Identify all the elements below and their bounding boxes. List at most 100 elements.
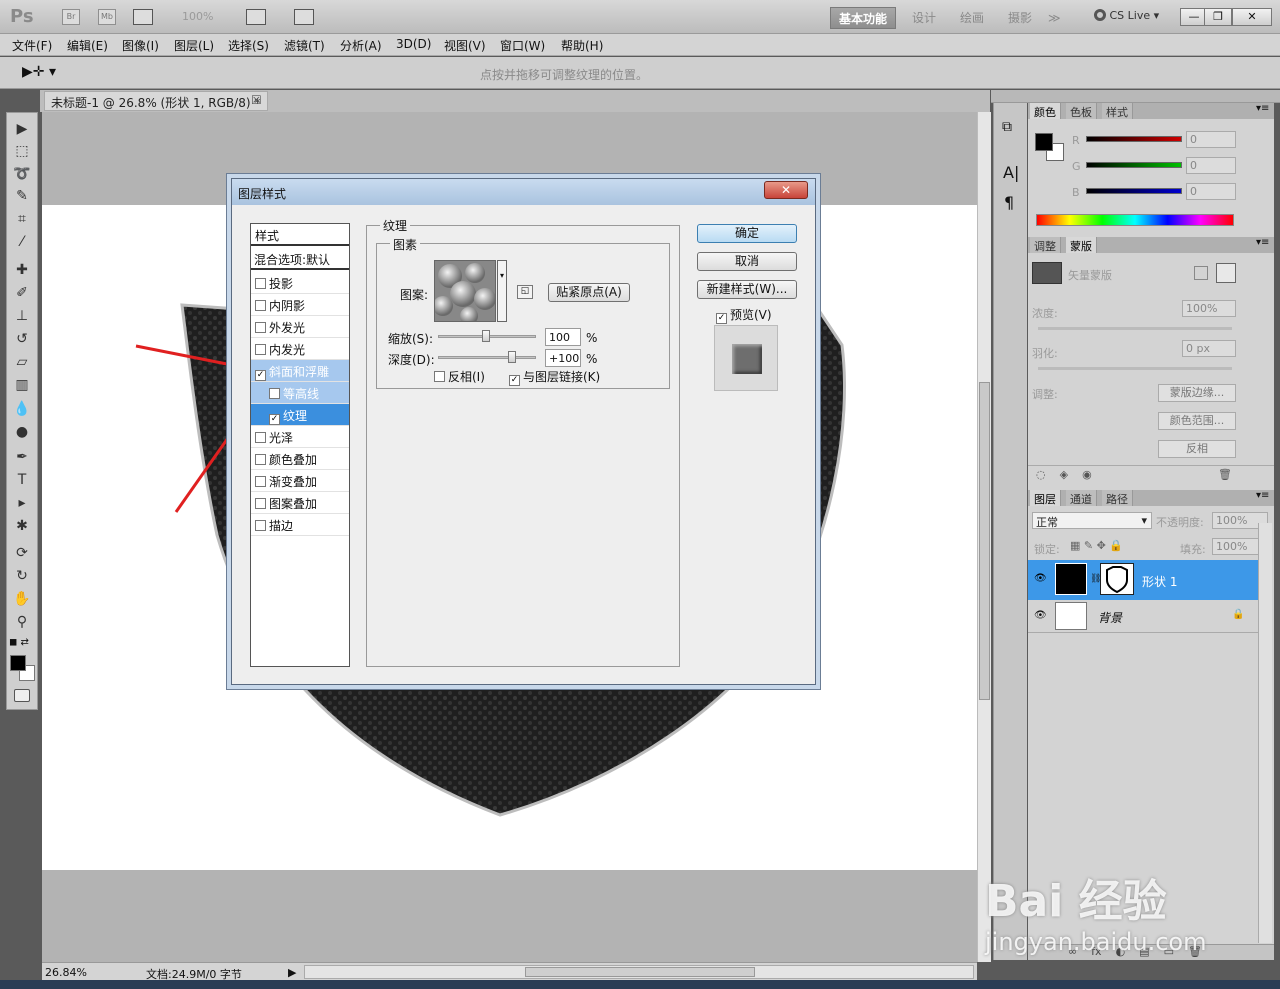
pixel-mask-icon[interactable] <box>1194 266 1208 280</box>
menu-image[interactable]: 图像(I) <box>122 37 159 54</box>
lasso-tool-icon[interactable]: ➰ <box>10 164 34 184</box>
style-item[interactable]: 外发光 <box>251 316 349 338</box>
crop-tool-icon[interactable]: ⌗ <box>10 209 34 229</box>
healing-brush-tool-icon[interactable]: ✚ <box>10 260 34 280</box>
horizontal-scrollbar[interactable] <box>304 965 974 979</box>
tab-adjustments[interactable]: 调整 <box>1030 237 1061 253</box>
style-checkbox[interactable] <box>255 520 266 531</box>
mask-panel-menu-icon[interactable]: ▾≡ <box>1256 237 1269 248</box>
depth-slider[interactable] <box>438 356 536 359</box>
gradient-tool-icon[interactable]: ▥ <box>10 375 34 395</box>
menu-select[interactable]: 选择(S) <box>228 37 269 54</box>
menu-window[interactable]: 窗口(W) <box>500 37 545 54</box>
history-brush-tool-icon[interactable]: ↺ <box>10 329 34 349</box>
menu-help[interactable]: 帮助(H) <box>561 37 603 54</box>
default-colors-icon[interactable]: ◼ ⇄ <box>9 637 29 648</box>
style-checkbox[interactable]: ✓ <box>269 414 280 425</box>
feather-slider[interactable] <box>1038 367 1232 370</box>
invert-checkbox[interactable]: 反相(I) <box>434 368 485 385</box>
path-selection-tool-icon[interactable]: ▸ <box>10 493 34 513</box>
document-tab[interactable]: 未标题-1 @ 26.8% (形状 1, RGB/8) * <box>44 91 268 111</box>
new-preset-icon[interactable]: ◱ <box>517 285 533 299</box>
menu-analysis[interactable]: 分析(A) <box>340 37 382 54</box>
scale-slider-thumb[interactable] <box>482 330 490 342</box>
type-tool-icon[interactable]: T <box>10 470 34 490</box>
eyedropper-tool-icon[interactable]: ⁄ <box>10 232 34 252</box>
layer-row-background[interactable]: 👁 背景 🔒 <box>1028 601 1258 633</box>
delete-mask-icon[interactable]: 🗑 <box>1218 468 1232 481</box>
style-checkbox[interactable] <box>255 432 266 443</box>
density-slider[interactable] <box>1038 327 1232 330</box>
layer-visibility-icon[interactable]: 👁 <box>1034 573 1047 584</box>
color-panel-menu-icon[interactable]: ▾≡ <box>1256 103 1269 114</box>
style-checkbox[interactable] <box>255 454 266 465</box>
cs-live[interactable]: CS Live ▾ <box>1094 9 1159 22</box>
move-tool-preset-icon[interactable]: ▶✛ ▾ <box>22 64 56 80</box>
layers-scrollbar[interactable] <box>1258 523 1272 943</box>
layers-panel-menu-icon[interactable]: ▾≡ <box>1256 490 1269 501</box>
style-item[interactable]: 渐变叠加 <box>251 470 349 492</box>
style-item[interactable]: 等高线 <box>251 382 349 404</box>
3d-orbit-tool-icon[interactable]: ↻ <box>10 566 34 586</box>
quick-selection-tool-icon[interactable]: ✎ <box>10 186 34 206</box>
menu-file[interactable]: 文件(F) <box>12 37 52 54</box>
bridge-icon[interactable]: Br <box>62 9 80 25</box>
pen-tool-icon[interactable]: ✒ <box>10 447 34 467</box>
invert-mask-button[interactable]: 反相 <box>1158 440 1236 458</box>
3d-rotate-tool-icon[interactable]: ⟳ <box>10 543 34 563</box>
pattern-dropdown-icon[interactable]: ▾ <box>497 260 507 322</box>
style-checkbox[interactable] <box>255 344 266 355</box>
tab-styles[interactable]: 样式 <box>1102 103 1133 119</box>
menu-filter[interactable]: 滤镜(T) <box>284 37 325 54</box>
background-visibility-icon[interactable]: 👁 <box>1034 610 1047 621</box>
style-item[interactable]: 内发光 <box>251 338 349 360</box>
channel-slider[interactable] <box>1086 136 1182 142</box>
color-range-button[interactable]: 颜色范围... <box>1158 412 1236 430</box>
density-input[interactable]: 100% <box>1182 300 1236 317</box>
hscroll-thumb[interactable] <box>525 967 755 977</box>
brush-tool-icon[interactable]: ✐ <box>10 283 34 303</box>
disable-mask-icon[interactable]: ◉ <box>1082 468 1092 481</box>
zoom-level[interactable]: 100% <box>182 10 213 23</box>
screen-mode-icon[interactable] <box>294 9 314 25</box>
zoom-tool-icon[interactable]: ⚲ <box>10 612 34 632</box>
scale-input[interactable]: 100 <box>545 328 581 346</box>
style-checkbox[interactable] <box>269 388 280 399</box>
quick-mask-icon[interactable] <box>14 689 30 702</box>
snap-to-origin-button[interactable]: 贴紧原点(A) <box>548 283 630 302</box>
channel-slider[interactable] <box>1086 162 1182 168</box>
pattern-picker[interactable] <box>433 260 496 325</box>
channel-input[interactable]: 0 <box>1186 131 1236 148</box>
new-style-button[interactable]: 新建样式(W)... <box>697 280 797 299</box>
load-selection-icon[interactable]: ◌ <box>1036 468 1046 481</box>
vertical-scrollbar[interactable] <box>977 112 991 962</box>
workspace-essentials[interactable]: 基本功能 <box>830 7 897 29</box>
style-item[interactable]: 图案叠加 <box>251 492 349 514</box>
workspace-photography[interactable]: 摄影 <box>1000 7 1040 29</box>
view-extras-icon[interactable] <box>133 9 153 25</box>
channel-input[interactable]: 0 <box>1186 157 1236 174</box>
foreground-color-swatch[interactable] <box>10 655 26 671</box>
status-menu-icon[interactable]: ▶ <box>288 966 296 979</box>
blending-options[interactable]: 混合选项:默认 <box>251 248 349 270</box>
workspace-painting[interactable]: 绘画 <box>952 7 992 29</box>
style-item[interactable]: ✓ 斜面和浮雕 <box>251 360 349 382</box>
layer-row-shape[interactable]: 👁 ⛓ 形状 1 <box>1028 560 1258 600</box>
eraser-tool-icon[interactable]: ▱ <box>10 352 34 372</box>
move-tool-icon[interactable]: ▶ <box>10 119 34 139</box>
character-panel-icon[interactable]: A| <box>1003 163 1019 182</box>
marquee-tool-icon[interactable]: ⬚ <box>10 141 34 161</box>
scrollbar-thumb[interactable] <box>979 382 990 700</box>
blur-tool-icon[interactable]: 💧 <box>10 399 34 419</box>
preview-checkbox[interactable]: ✓ 预览(V) <box>716 306 772 324</box>
cancel-button[interactable]: 取消 <box>697 252 797 271</box>
workspace-design[interactable]: 设计 <box>904 7 944 29</box>
tab-swatches[interactable]: 色板 <box>1066 103 1097 119</box>
mask-edge-button[interactable]: 蒙版边缘... <box>1158 384 1236 402</box>
dodge-tool-icon[interactable]: ● <box>10 422 34 442</box>
lock-icons[interactable]: ▦ ✎ ✥ 🔒 <box>1070 539 1123 552</box>
menu-view[interactable]: 视图(V) <box>444 37 486 54</box>
maximize-button[interactable]: ❐ <box>1204 8 1232 26</box>
dialog-title-bar[interactable]: 图层样式 <box>232 179 815 205</box>
arrange-documents-icon[interactable] <box>246 9 266 25</box>
